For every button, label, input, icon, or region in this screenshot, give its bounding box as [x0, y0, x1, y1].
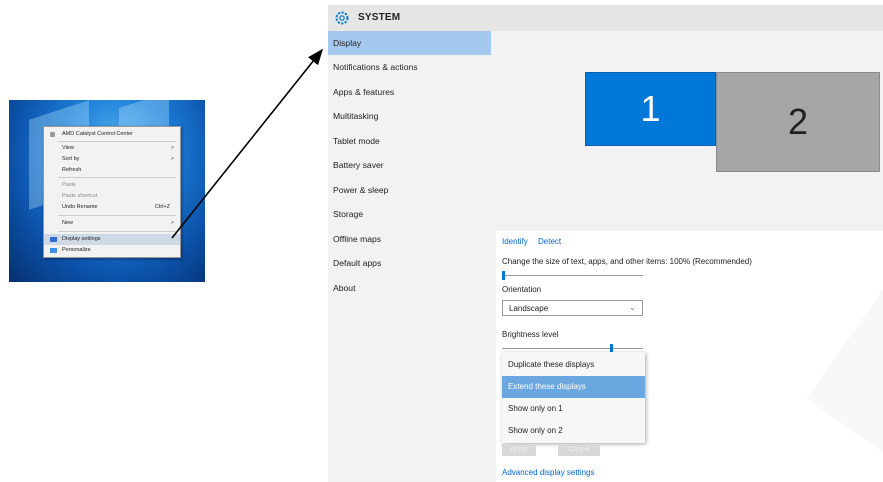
sidebar-item-power-sleep[interactable]: Power & sleep: [328, 178, 491, 202]
identify-link[interactable]: Identify: [502, 237, 528, 246]
sidebar-item-tablet-mode[interactable]: Tablet mode: [328, 129, 491, 153]
sidebar-item-notifications[interactable]: Notifications & actions: [328, 55, 491, 79]
chevron-down-icon: ⌄: [629, 303, 636, 312]
title-bar: SYSTEM: [328, 5, 883, 31]
apply-button[interactable]: Apply: [502, 444, 536, 456]
scale-slider[interactable]: [502, 275, 643, 276]
window-title: SYSTEM: [358, 12, 401, 23]
scale-slider-thumb[interactable]: [502, 271, 505, 280]
sidebar: Display Notifications & actions Apps & f…: [328, 31, 491, 482]
orientation-value: Landscape: [509, 304, 549, 313]
orientation-label: Orientation: [502, 285, 542, 294]
brightness-slider[interactable]: [502, 348, 643, 349]
detect-link[interactable]: Detect: [538, 237, 561, 246]
brightness-label: Brightness level: [502, 330, 559, 339]
option-show-only-2[interactable]: Show only on 2: [502, 420, 645, 442]
monitor-arrangement: 1 2: [496, 31, 883, 231]
sidebar-item-multitasking[interactable]: Multitasking: [328, 104, 491, 128]
sidebar-item-default-apps[interactable]: Default apps: [328, 251, 491, 275]
multiple-displays-dropdown: Duplicate these displays Extend these di…: [502, 352, 645, 443]
monitor-1-tile[interactable]: 1: [585, 72, 716, 146]
arrow-to-display-settings: [171, 48, 323, 239]
monitor-2-tile[interactable]: 2: [716, 72, 880, 172]
advanced-display-settings-link[interactable]: Advanced display settings: [502, 468, 595, 477]
settings-window: SYSTEM Display Notifications & actions A…: [328, 5, 883, 482]
sidebar-item-storage[interactable]: Storage: [328, 202, 491, 226]
orientation-dropdown[interactable]: Landscape ⌄: [502, 300, 643, 316]
option-show-only-1[interactable]: Show only on 1: [502, 398, 645, 420]
option-extend-displays[interactable]: Extend these displays: [502, 376, 645, 398]
sidebar-item-display[interactable]: Display: [328, 31, 491, 55]
sidebar-item-battery-saver[interactable]: Battery saver: [328, 153, 491, 177]
sidebar-item-offline-maps[interactable]: Offline maps: [328, 227, 491, 251]
option-duplicate-displays[interactable]: Duplicate these displays: [502, 354, 645, 376]
gear-icon: [335, 11, 349, 25]
sidebar-item-about[interactable]: About: [328, 276, 491, 300]
scale-label: Change the size of text, apps, and other…: [502, 257, 752, 266]
cancel-button[interactable]: Cancel: [558, 444, 600, 456]
sidebar-item-apps-features[interactable]: Apps & features: [328, 80, 491, 104]
display-settings-pane: 1 2 Identify Detect Change the size of t…: [496, 31, 883, 482]
